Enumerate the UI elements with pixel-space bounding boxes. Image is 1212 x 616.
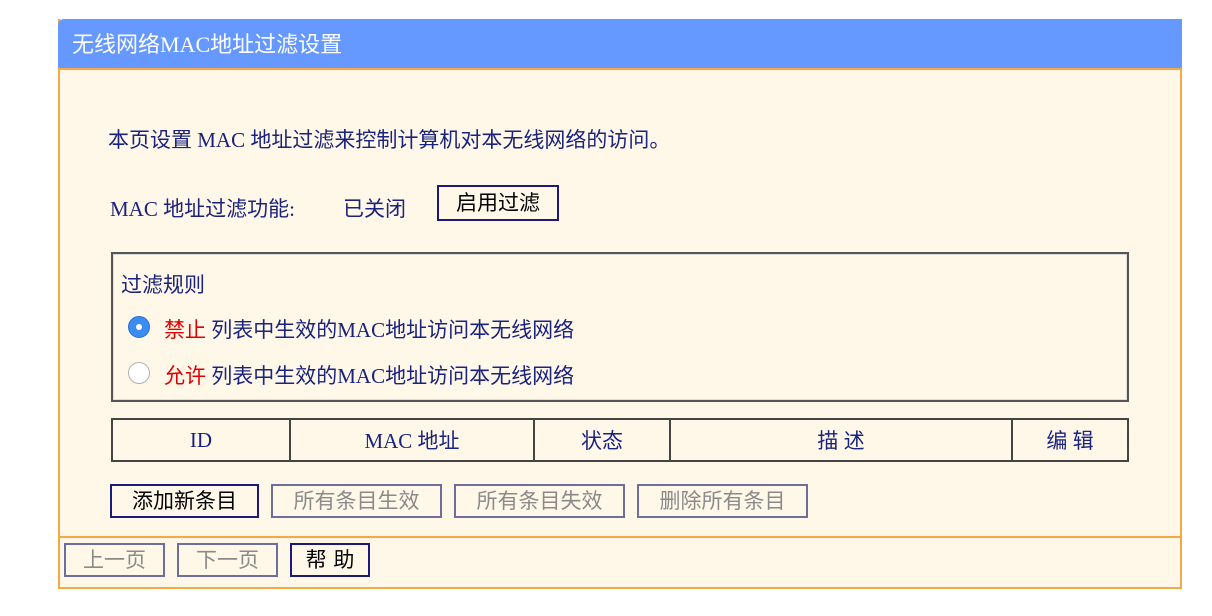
title-divider	[58, 68, 1182, 70]
mac-filter-table: ID MAC 地址 状态 描 述 编 辑	[111, 418, 1129, 462]
col-edit: 编 辑	[1011, 418, 1129, 462]
deny-rule-label: 禁止 列表中生效的MAC地址访问本无线网络	[164, 314, 574, 344]
deny-radio[interactable]	[128, 316, 150, 338]
add-entry-button[interactable]: 添加新条目	[110, 484, 259, 518]
col-description: 描 述	[669, 418, 1013, 462]
filter-status-value: 已关闭	[343, 197, 406, 221]
col-id: ID	[111, 418, 291, 462]
col-status: 状态	[533, 418, 671, 462]
disable-all-button[interactable]: 所有条目失效	[454, 484, 625, 518]
delete-all-button[interactable]: 删除所有条目	[637, 484, 808, 518]
enable-all-button[interactable]: 所有条目生效	[271, 484, 442, 518]
help-button[interactable]: 帮 助	[290, 543, 370, 577]
page-title: 无线网络MAC地址过滤设置	[58, 19, 1182, 69]
filter-status-label: MAC 地址过滤功能:	[110, 197, 295, 221]
col-mac-address: MAC 地址	[289, 418, 535, 462]
allow-rule-label: 允许 列表中生效的MAC地址访问本无线网络	[164, 360, 574, 390]
prev-page-button[interactable]: 上一页	[64, 543, 165, 577]
table-header-row: ID MAC 地址 状态 描 述 编 辑	[111, 418, 1129, 462]
allow-keyword: 允许	[164, 364, 206, 388]
page-description: 本页设置 MAC 地址过滤来控制计算机对本无线网络的访问。	[108, 128, 671, 152]
next-page-button[interactable]: 下一页	[177, 543, 278, 577]
enable-filter-button[interactable]: 启用过滤	[437, 185, 559, 221]
deny-keyword: 禁止	[164, 318, 206, 342]
allow-rule-text: 列表中生效的MAC地址访问本无线网络	[211, 364, 575, 388]
filter-rules-legend: 过滤规则	[121, 273, 205, 297]
footer-divider	[58, 536, 1182, 538]
allow-radio[interactable]	[128, 362, 150, 384]
deny-rule-text: 列表中生效的MAC地址访问本无线网络	[211, 318, 575, 342]
